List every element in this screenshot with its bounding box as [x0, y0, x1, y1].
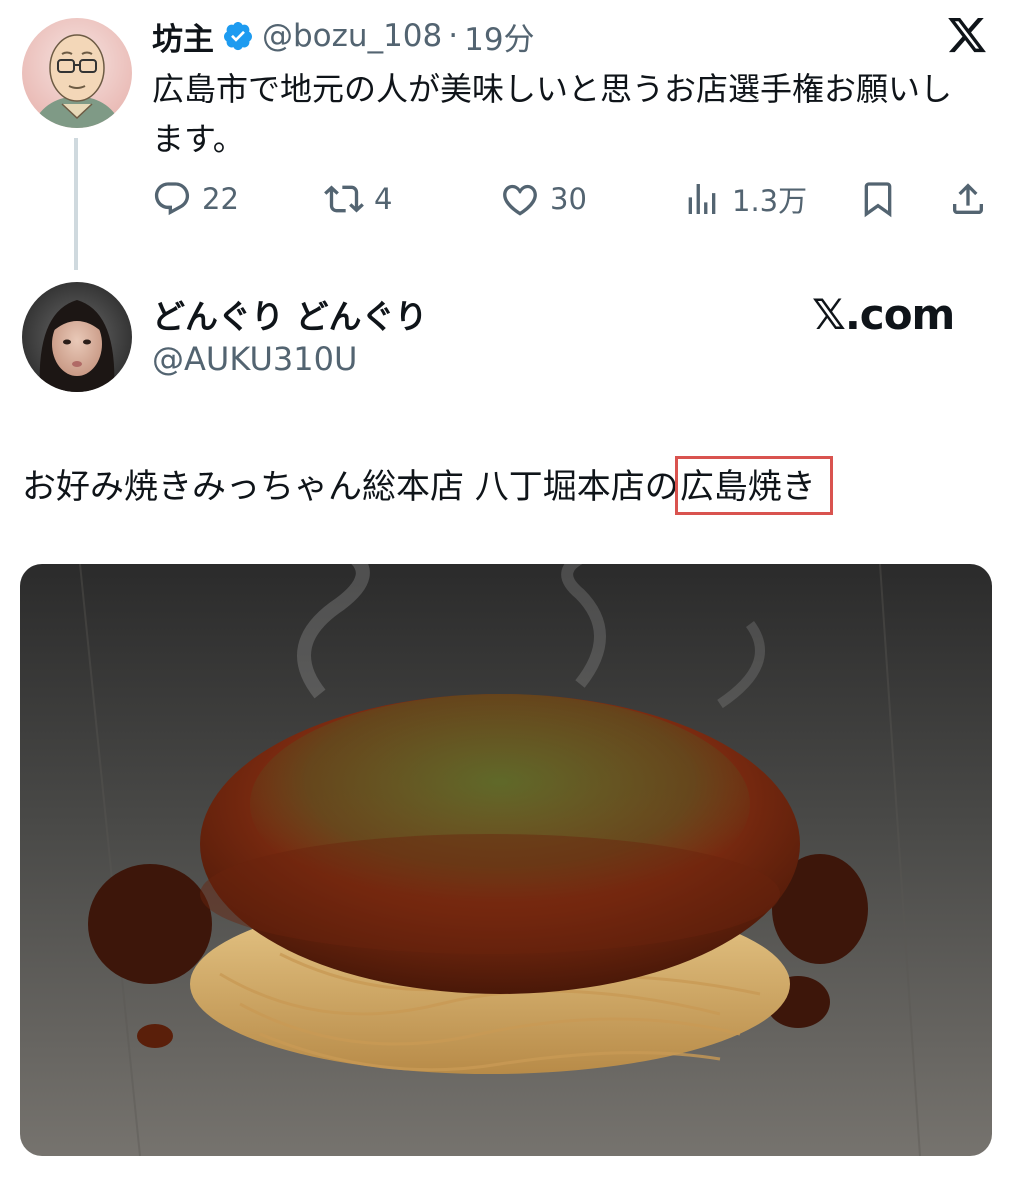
retweet-button[interactable]: 4: [324, 174, 392, 224]
verified-badge-icon: [222, 20, 254, 52]
bookmark-button[interactable]: [858, 174, 898, 224]
views-count: 1.3万: [732, 184, 808, 218]
reply-text: お好み焼きみっちゃん総本店 八丁堀本店の広島焼き: [22, 456, 833, 515]
x-com-watermark: 𝕏.com: [812, 290, 955, 339]
retweet-count: 4: [374, 182, 393, 216]
share-button[interactable]: [948, 174, 988, 224]
views-button[interactable]: 1.3万: [682, 174, 807, 224]
share-icon: [953, 183, 983, 214]
reply-button[interactable]: 22: [152, 174, 239, 224]
highlighted-text: 広島焼き: [674, 456, 833, 515]
thread-line: [74, 138, 78, 270]
author-handle[interactable]: @AUKU310U: [152, 340, 357, 378]
okonomiyaki-photo[interactable]: [20, 564, 992, 1156]
heart-icon: [503, 184, 537, 216]
retweet-icon: [324, 185, 364, 213]
original-tweet[interactable]: 坊主 @bozu_108 · 19分 広島市で地元の人が美味しいと思うお店選手権…: [0, 0, 1013, 270]
author-handle[interactable]: @bozu_108: [262, 18, 442, 54]
avatar[interactable]: [22, 282, 132, 392]
separator-dot: ·: [448, 18, 459, 54]
reply-tweet[interactable]: どんぐり どんぐり @AUKU310U 𝕏.com お好み焼きみっちゃん総本店 …: [0, 270, 1013, 1200]
author-name[interactable]: どんぐり どんぐり: [152, 290, 428, 338]
reply-count: 22: [202, 182, 239, 216]
reply-icon: [154, 182, 190, 216]
like-button[interactable]: 30: [500, 174, 587, 224]
like-count: 30: [550, 182, 587, 216]
x-logo-icon: [946, 14, 988, 56]
bookmark-icon: [864, 182, 892, 218]
author-name[interactable]: 坊主: [152, 14, 214, 59]
views-chart-icon: [688, 184, 716, 214]
tweet-text: 広島市で地元の人が美味しいと思うお店選手権お願いします。: [152, 70, 953, 158]
reply-text-plain: お好み焼きみっちゃん総本店 八丁堀本店の: [22, 467, 679, 507]
avatar[interactable]: [22, 18, 132, 128]
tweet-actions: 22 4 30 1.3万: [152, 174, 992, 224]
timestamp[interactable]: 19分: [464, 14, 534, 59]
tweet-header: 坊主 @bozu_108 · 19分: [152, 14, 535, 58]
